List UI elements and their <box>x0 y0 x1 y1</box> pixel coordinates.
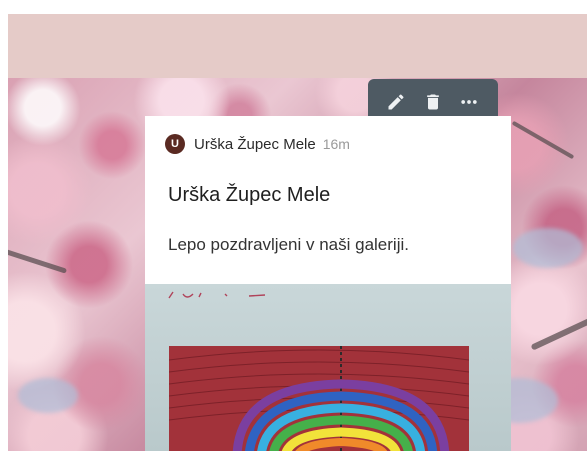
avatar: U <box>165 134 185 154</box>
edit-post-button[interactable] <box>385 91 407 113</box>
rainbow-drawing <box>168 346 470 451</box>
author-name: Urška Župec Mele <box>194 135 316 153</box>
post-image-attachment[interactable] <box>145 284 511 451</box>
post-author-row: U Urška Župec Mele 16m <box>165 132 350 156</box>
pencil-icon <box>388 94 404 110</box>
delete-post-button[interactable] <box>422 91 444 113</box>
post-title: Urška Župec Mele <box>168 184 331 206</box>
board-header <box>8 14 587 78</box>
pencil-marks-decoration <box>168 291 266 299</box>
trash-icon <box>427 94 439 110</box>
rainbow-drawing-art <box>168 346 470 451</box>
post-timestamp: 16m <box>322 136 350 152</box>
post-body: Lepo pozdravljeni v naši galeriji. <box>168 235 409 254</box>
more-options-button[interactable] <box>458 91 480 113</box>
padlet-board: U Urška Župec Mele 16m Urška Župec Mele … <box>0 0 587 451</box>
post-card[interactable]: U Urška Župec Mele 16m Urška Župec Mele … <box>145 116 511 451</box>
more-horizontal-icon <box>461 100 477 104</box>
